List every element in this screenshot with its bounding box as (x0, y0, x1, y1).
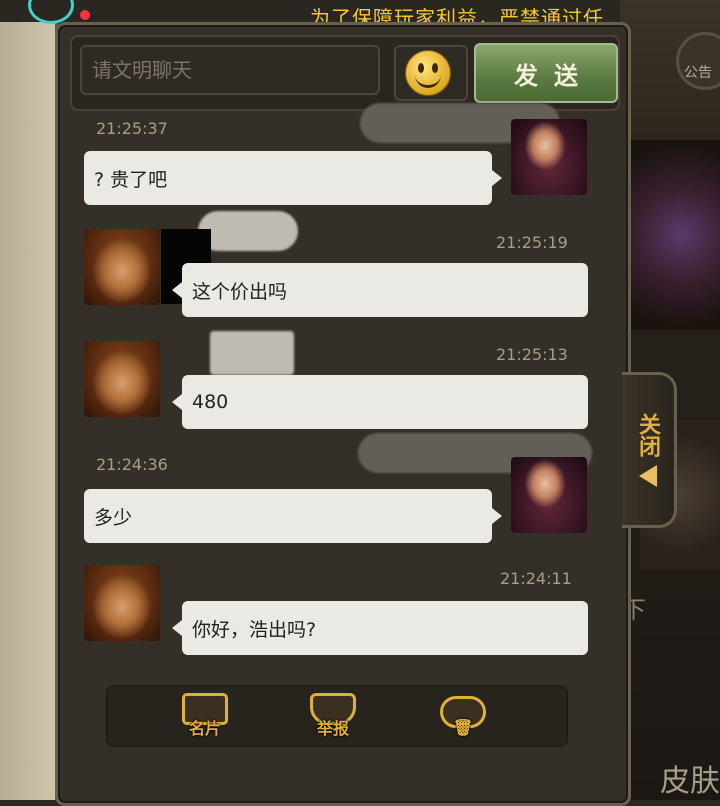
message-timestamp: 21:25:19 (496, 233, 568, 252)
message-bubble: ? 贵了吧 (84, 151, 502, 205)
redaction-smudge (210, 331, 294, 375)
smiley-face-icon (405, 50, 451, 96)
contact-avatar[interactable] (84, 565, 160, 641)
self-avatar[interactable] (511, 119, 587, 195)
contact-avatar[interactable] (84, 341, 160, 417)
message-timestamp: 21:24:36 (96, 455, 168, 474)
business-card-button[interactable]: 名片 (175, 690, 235, 742)
redaction-smudge (198, 211, 298, 251)
message-bubble: 你好，浩出吗? (172, 601, 588, 655)
status-indicator-icon (28, 0, 74, 24)
message-timestamp: 21:25:13 (496, 345, 568, 364)
send-button[interactable]: 发送 (474, 43, 618, 103)
self-avatar[interactable] (511, 457, 587, 533)
bottom-menu-item-skin[interactable]: 皮肤 (660, 756, 720, 800)
clear-chat-button[interactable]: 🗑 (433, 690, 493, 742)
background-side-panel (0, 22, 58, 800)
chat-action-toolbar: 名片 举报 🗑 (106, 685, 568, 747)
close-label: 关闭 (635, 413, 661, 457)
message-timestamp: 21:24:11 (500, 569, 572, 588)
contact-avatar[interactable] (84, 229, 160, 305)
notification-dot (80, 10, 90, 20)
message-bubble: 480 (172, 375, 588, 429)
report-button[interactable]: 举报 (303, 690, 363, 742)
message-list[interactable]: 21:25:37 ? 贵了吧 21:25:19 这个价出吗 21:25:13 4… (58, 103, 628, 675)
chat-message-input[interactable] (80, 45, 380, 95)
message-bubble: 这个价出吗 (172, 263, 588, 317)
message-bubble: 多少 (84, 489, 502, 543)
announcement-label: 公告 (684, 65, 712, 81)
private-chat-panel: 发送 21:25:37 ? 贵了吧 21:25:19 这个价出吗 21:25:1… (55, 22, 631, 806)
chat-input-bar: 发送 (70, 35, 620, 111)
background-character-art (620, 140, 720, 330)
message-timestamp: 21:25:37 (96, 119, 168, 138)
arrow-left-icon (639, 465, 657, 487)
emoji-button[interactable] (394, 45, 468, 101)
close-panel-tab[interactable]: 关闭 (622, 372, 677, 528)
